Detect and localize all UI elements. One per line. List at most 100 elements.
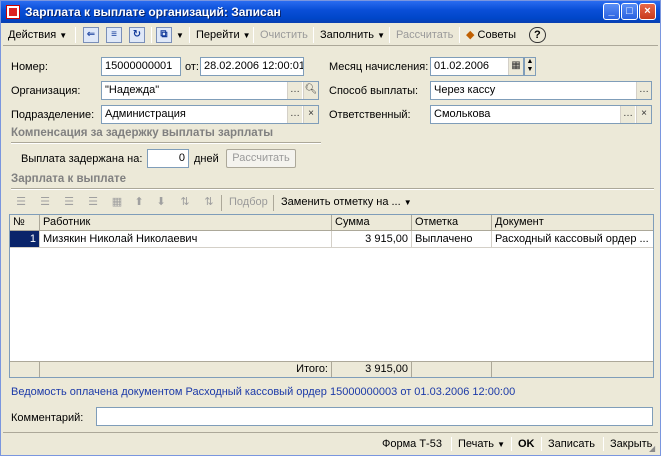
comment-field[interactable] xyxy=(96,407,653,426)
toolbar-divider xyxy=(541,437,542,451)
column-header-number[interactable]: № xyxy=(10,215,40,231)
tips-icon: ◆ xyxy=(466,29,475,41)
toolbar-divider xyxy=(389,27,390,43)
department-label: Подразделение: xyxy=(11,109,95,121)
save-button[interactable]: Записать xyxy=(545,436,598,453)
month-spinner[interactable]: ▲ ▼ xyxy=(524,57,536,76)
print-menu[interactable]: Печать ▼ xyxy=(455,436,508,453)
tips-button[interactable]: ◆ Советы xyxy=(463,26,519,44)
delay-label: Выплата задержана на: xyxy=(21,153,143,165)
date-field[interactable]: 28.02.2006 12:00:01 xyxy=(200,57,304,76)
responsible-field[interactable]: Смолькова … × xyxy=(430,105,652,124)
sort-desc-icon[interactable]: ⇅ xyxy=(201,194,217,210)
select-icon[interactable]: … xyxy=(636,82,651,99)
total-value: 3 915,00 xyxy=(332,362,412,377)
end-edit-icon[interactable]: ▦ xyxy=(109,194,125,210)
payment-method-label: Способ выплаты: xyxy=(329,85,419,97)
resize-grip-icon[interactable]: ◢ xyxy=(649,444,659,454)
copy-menu-chevron[interactable]: ▼ xyxy=(173,26,187,44)
mark-cell[interactable]: Выплачено xyxy=(412,231,492,248)
delete-row-icon[interactable]: ☰ xyxy=(85,194,101,210)
chevron-down-icon: ▼ xyxy=(497,440,506,449)
copy-icon[interactable]: ⧉ xyxy=(156,27,172,43)
close-window-button[interactable]: × xyxy=(639,3,656,20)
title-bar[interactable]: Зарплата к выплате организаций: Записан … xyxy=(1,1,660,23)
goto-menu[interactable]: Перейти ▼ xyxy=(193,26,254,44)
actions-label: Действия xyxy=(8,29,57,41)
pick-button[interactable]: Подбор xyxy=(229,196,268,208)
section-divider xyxy=(11,188,654,190)
replace-mark-label: Заменить отметку на ... xyxy=(281,196,401,208)
comment-label: Комментарий: xyxy=(11,412,84,424)
fill-menu[interactable]: Заполнить ▼ xyxy=(317,26,388,44)
actions-menu[interactable]: Действия ▼ xyxy=(5,26,70,44)
month-field[interactable]: 01.02.2006 ▦ xyxy=(430,57,524,76)
month-label: Месяц начисления: xyxy=(329,61,429,73)
employee-cell[interactable]: Мизякин Николай Николаевич xyxy=(40,231,332,248)
toolbar-divider xyxy=(459,27,460,43)
copy-row-icon[interactable]: ☰ xyxy=(37,194,53,210)
edit-row-icon[interactable]: ☰ xyxy=(61,194,77,210)
spin-up-icon[interactable]: ▲ xyxy=(527,58,534,65)
arrow-left-icon[interactable]: ⇐ xyxy=(83,27,99,43)
structure-icon[interactable]: ≡ xyxy=(106,27,122,43)
row-number[interactable]: 1 xyxy=(10,231,40,248)
toolbar-divider xyxy=(189,27,190,43)
org-field[interactable]: "Надежда" … 🔍︎ xyxy=(101,81,319,100)
table-toolbar: ☰ ☰ ☰ ☰ ▦ ⬆ ⬇ ⇅ ⇅ Подбор Заменить отметк… xyxy=(9,192,654,214)
table-header: № Работник Сумма Отметка Документ xyxy=(10,215,653,231)
replace-mark-menu[interactable]: Заменить отметку на ... ▼ xyxy=(281,196,412,208)
amount-cell[interactable]: 3 915,00 xyxy=(332,231,412,248)
maximize-button[interactable]: □ xyxy=(621,3,638,20)
select-icon[interactable]: … xyxy=(287,106,302,123)
column-header-amount[interactable]: Сумма xyxy=(332,215,412,231)
column-header-employee[interactable]: Работник xyxy=(40,215,332,231)
department-value: Администрация xyxy=(105,108,186,120)
move-down-icon[interactable]: ⬇ xyxy=(153,194,169,210)
app-icon xyxy=(6,5,20,19)
column-header-mark[interactable]: Отметка xyxy=(412,215,492,231)
footer-cell xyxy=(10,362,40,377)
toolbar-divider xyxy=(451,437,452,451)
paid-document-link[interactable]: Ведомость оплачена документом Расходный … xyxy=(11,386,515,398)
document-cell[interactable]: Расходный кассовый ордер ... xyxy=(492,231,653,248)
ok-button[interactable]: OK xyxy=(515,436,538,453)
calendar-icon[interactable]: ▦ xyxy=(508,58,523,75)
responsible-label: Ответственный: xyxy=(329,109,411,121)
number-field[interactable]: 15000000001 xyxy=(101,57,181,76)
add-row-icon[interactable]: ☰ xyxy=(13,194,29,210)
sort-asc-icon[interactable]: ⇅ xyxy=(177,194,193,210)
column-header-document[interactable]: Документ xyxy=(492,215,653,231)
clear-button[interactable]: Очистить xyxy=(257,26,311,44)
move-up-icon[interactable]: ⬆ xyxy=(131,194,147,210)
payment-method-field[interactable]: Через кассу … xyxy=(430,81,652,100)
goto-label: Перейти xyxy=(196,29,240,41)
toolbar-divider xyxy=(511,437,512,451)
toolbar-divider xyxy=(253,27,254,43)
section-divider xyxy=(11,142,321,144)
days-label: дней xyxy=(194,153,219,165)
toolbar-divider xyxy=(603,437,604,451)
select-icon[interactable]: … xyxy=(620,106,635,123)
open-icon[interactable]: 🔍︎ xyxy=(303,82,318,99)
compensation-calculate-button[interactable]: Рассчитать xyxy=(226,149,296,168)
clear-icon[interactable]: × xyxy=(303,106,318,123)
form-t53-button[interactable]: Форма Т-53 xyxy=(379,436,445,453)
from-label: от: xyxy=(185,61,199,73)
payout-table[interactable]: № Работник Сумма Отметка Документ 1 Мизя… xyxy=(9,214,654,378)
minimize-button[interactable]: _ xyxy=(603,3,620,20)
delay-field[interactable]: 0 xyxy=(147,149,189,168)
org-label: Организация: xyxy=(11,85,81,97)
chevron-down-icon: ▼ xyxy=(59,31,68,40)
refresh-icon[interactable]: ↻ xyxy=(129,27,145,43)
calculate-button[interactable]: Рассчитать xyxy=(393,26,456,44)
help-icon[interactable]: ? xyxy=(529,27,546,43)
clear-icon[interactable]: × xyxy=(636,106,651,123)
chevron-down-icon: ▼ xyxy=(176,31,184,40)
month-value: 01.02.2006 xyxy=(434,60,490,72)
spin-down-icon[interactable]: ▼ xyxy=(527,66,534,73)
print-label: Печать xyxy=(458,438,495,450)
department-field[interactable]: Администрация … × xyxy=(101,105,319,124)
table-row[interactable]: 1 Мизякин Николай Николаевич 3 915,00 Вы… xyxy=(10,231,653,248)
select-icon[interactable]: … xyxy=(287,82,302,99)
